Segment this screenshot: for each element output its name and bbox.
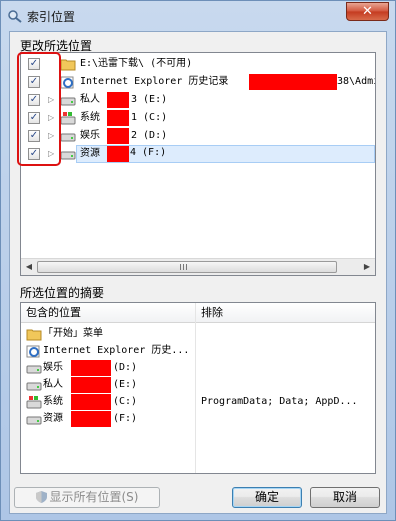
folder-icon <box>26 327 42 341</box>
summary-location: 私人 <box>43 379 63 390</box>
annotation-highlight-box <box>17 52 61 166</box>
scroll-right-icon[interactable]: ▶ <box>361 261 373 273</box>
summary-row: Internet Explorer 历史... <box>21 343 375 359</box>
redaction-block <box>107 110 129 126</box>
close-button[interactable]: ✕ <box>346 2 389 21</box>
summary-label: 所选位置的摘要 <box>20 286 105 300</box>
summary-location: 娱乐 <box>43 362 63 373</box>
window-title: 索引位置 <box>27 10 76 24</box>
tree-item-path-tail: 38\Admin <box>337 76 375 87</box>
tree-item-label: 私人 <box>80 94 100 105</box>
scroll-left-icon[interactable]: ◀ <box>23 261 35 273</box>
redaction-block <box>71 377 111 393</box>
system-drive-icon <box>26 395 42 409</box>
tree-item-label-tail: 2 (D:) <box>131 130 168 141</box>
tree-row-e-thunder[interactable]: ✓ E:\迅雷下载\ (不可用) <box>21 55 375 73</box>
title-bar[interactable]: 索引位置 ✕ <box>1 1 395 31</box>
tree-row-entertainment-d[interactable]: ✓ ▷ 娱乐 2 (D:) <box>21 127 375 145</box>
tree-row-ie-history[interactable]: ✓ Internet Explorer 历史记录 38\Admin <box>21 73 375 91</box>
show-all-locations-button[interactable]: 显示所有位置(S) <box>14 487 160 508</box>
summary-location-tail: (E:) <box>113 379 138 390</box>
redaction-block <box>249 74 337 90</box>
folder-icon <box>60 57 76 71</box>
summary-location: 资源 <box>43 413 63 424</box>
summary-row: 私人 (E:) <box>21 377 375 393</box>
tree-item-label: E:\迅雷下载\ (不可用) <box>80 58 193 69</box>
tree-item-label-tail: 3 (E:) <box>131 94 168 105</box>
drive-icon <box>60 147 76 161</box>
drive-icon <box>26 378 42 392</box>
column-header-excluded[interactable]: 排除 <box>196 303 375 323</box>
scrollbar-thumb[interactable] <box>37 261 337 273</box>
summary-location-tail: (D:) <box>113 362 138 373</box>
summary-exclusions: ProgramData; Data; AppD... <box>201 396 358 407</box>
summary-location-tail: (C:) <box>113 396 138 407</box>
system-drive-icon <box>60 111 76 125</box>
summary-location-tail: (F:) <box>113 413 138 424</box>
summary-row: 系统 (C:) ProgramData; Data; AppD... <box>21 394 375 410</box>
ok-button[interactable]: 确定 <box>232 487 302 508</box>
locations-tree[interactable]: ✓ E:\迅雷下载\ (不可用) ✓ Internet Explorer 历史记… <box>20 52 376 276</box>
drive-icon <box>60 93 76 107</box>
redaction-block <box>71 394 111 410</box>
tree-row-resources-f[interactable]: ✓ ▷ 资源 4 (F:) <box>21 145 375 163</box>
summary-location: 「开始」菜单 <box>43 328 103 339</box>
tree-item-label-tail: 4 (F:) <box>130 147 167 158</box>
redaction-block <box>107 146 129 162</box>
summary-location: Internet Explorer 历史... <box>43 345 190 356</box>
summary-list[interactable]: 包含的位置 排除 「开始」菜单 Internet Explorer 历史... … <box>20 302 376 474</box>
cancel-button[interactable]: 取消 <box>310 487 380 508</box>
tree-item-label-tail: 1 (C:) <box>131 112 168 123</box>
uac-shield-icon <box>35 491 47 503</box>
dialog-client-area: 更改所选位置 ✓ E:\迅雷下载\ (不可用) ✓ Internet Explo… <box>9 31 387 514</box>
column-header-included[interactable]: 包含的位置 <box>21 303 195 323</box>
indexed-locations-window: 索引位置 ✕ 更改所选位置 ✓ E:\迅雷下载\ (不可用) ✓ Interne… <box>0 0 396 521</box>
search-index-icon <box>7 8 23 24</box>
summary-row: 「开始」菜单 <box>21 326 375 342</box>
redaction-block <box>107 128 129 144</box>
tree-row-system-c[interactable]: ✓ ▷ 系统 1 (C:) <box>21 109 375 127</box>
summary-row: 资源 (F:) <box>21 411 375 427</box>
drive-icon <box>26 361 42 375</box>
tree-item-label: Internet Explorer 历史记录 <box>80 76 229 87</box>
drive-icon <box>60 129 76 143</box>
tree-item-label: 娱乐 <box>80 130 100 141</box>
drive-icon <box>26 412 42 426</box>
scroll-grip <box>180 264 188 270</box>
redaction-block <box>107 92 129 108</box>
redaction-block <box>71 360 111 376</box>
tree-item-label: 系统 <box>80 112 100 123</box>
redaction-block <box>71 411 111 427</box>
summary-location: 系统 <box>43 396 63 407</box>
ie-history-icon <box>60 75 76 89</box>
tree-row-private-e[interactable]: ✓ ▷ 私人 3 (E:) <box>21 91 375 109</box>
ie-history-icon <box>26 344 42 358</box>
show-all-label: 显示所有位置(S) <box>49 490 139 504</box>
summary-row: 娱乐 (D:) <box>21 360 375 376</box>
horizontal-scrollbar[interactable]: ◀ ▶ <box>21 258 375 275</box>
